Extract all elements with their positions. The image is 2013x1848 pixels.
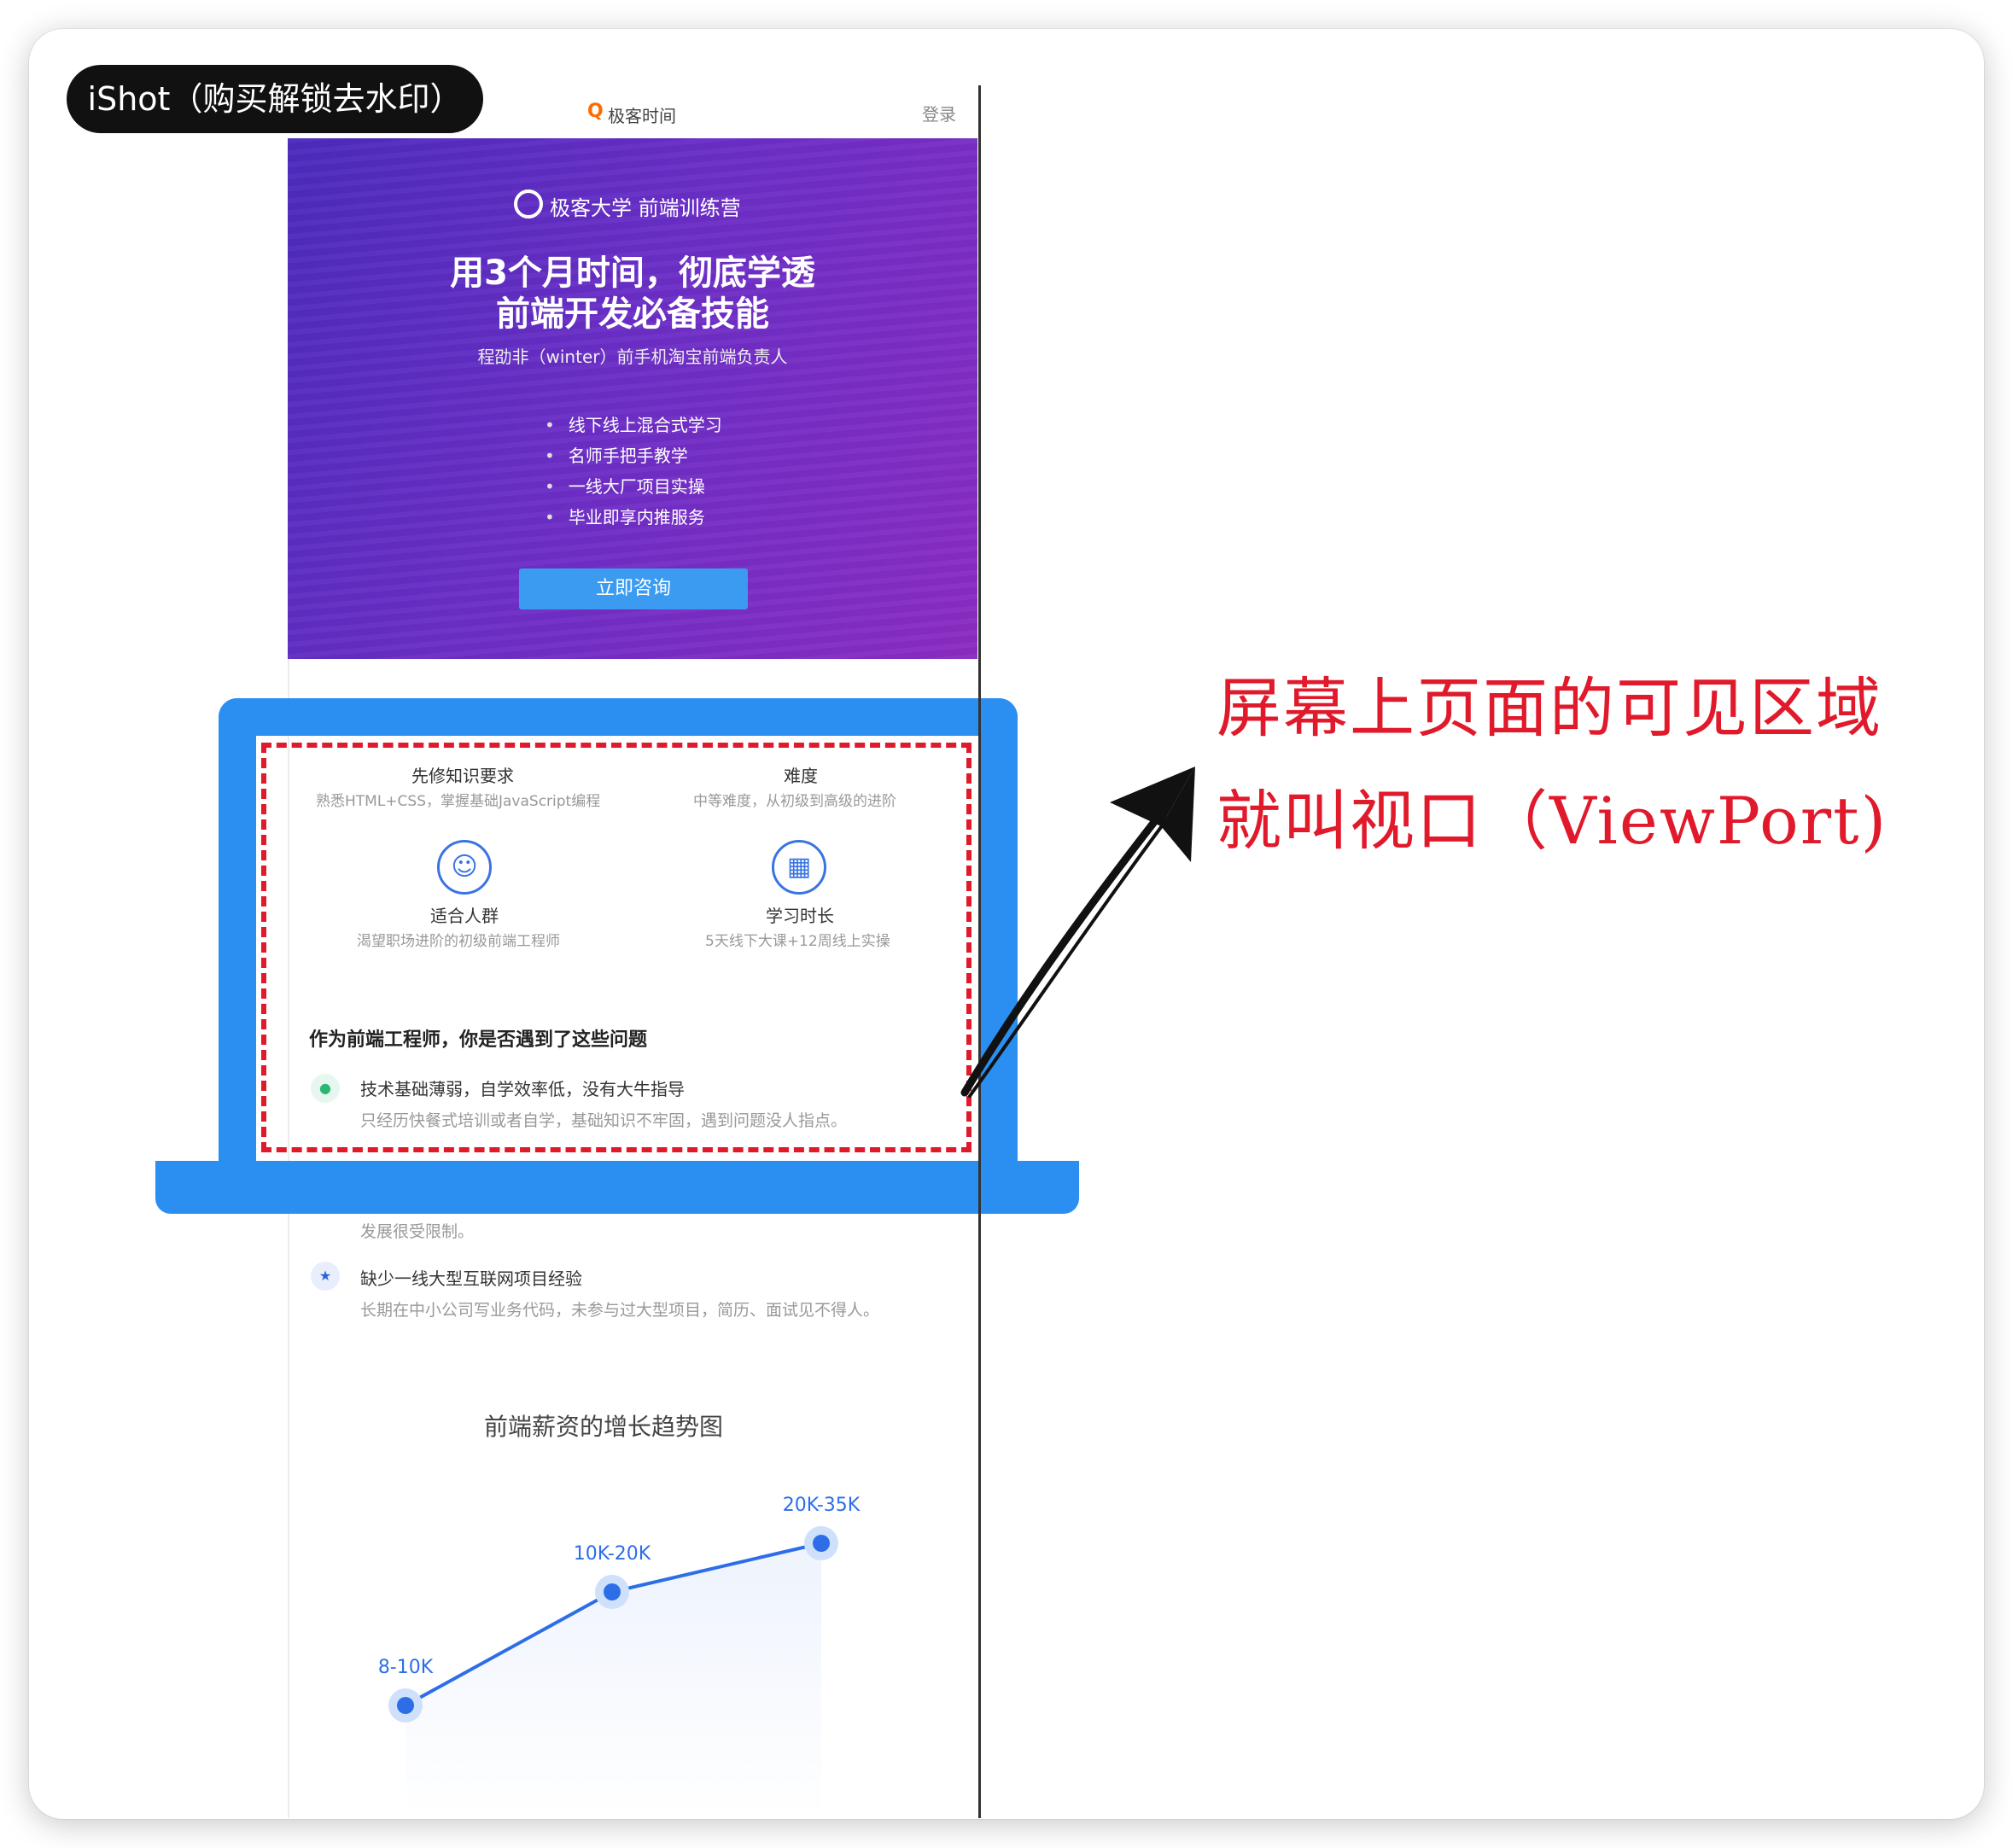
chart-data-label: 20K-35K <box>783 1495 861 1516</box>
hero-bullet-list: 线下线上混合式学习 名师手把手教学 一线大厂项目实操 毕业即享内推服务 <box>545 410 722 533</box>
ishot-watermark: iShot（购买解锁去水印） <box>67 65 483 133</box>
laptop-base <box>155 1161 1079 1214</box>
chart-title: 前端薪资的增长趋势图 <box>484 1413 724 1441</box>
login-link[interactable]: 登录 <box>922 101 956 125</box>
hero-headline: 用3个月时间，彻底学透 前端开发必备技能 <box>288 253 977 335</box>
hero-headline-line2: 前端开发必备技能 <box>496 294 769 334</box>
hero-brand: 极客大学 前端训练营 <box>550 196 741 220</box>
chart-data-label: 10K-20K <box>574 1543 651 1565</box>
hero-bullet: 一线大厂项目实操 <box>545 471 722 502</box>
hero-subtitle: 程劭非（winter）前手机淘宝前端负责人 <box>477 347 788 367</box>
question-desc: 发展很受限制。 <box>360 1222 475 1241</box>
chart-point <box>813 1535 830 1552</box>
question-heading: 缺少一线大型互联网项目经验 <box>360 1268 582 1289</box>
site-logo-text[interactable]: 极客时间 <box>608 102 676 127</box>
hero-headline-line1: 用3个月时间，彻底学透 <box>450 254 815 293</box>
consult-button[interactable]: 立即咨询 <box>519 568 748 609</box>
geek-university-logo-icon <box>514 189 543 219</box>
arrow-icon <box>960 767 1195 1098</box>
chart-point <box>397 1697 414 1714</box>
annotation-line1: 屏幕上页面的可见区域 <box>1217 670 1882 746</box>
star-icon: ★ <box>311 1262 340 1291</box>
hero-bullet: 线下线上混合式学习 <box>545 410 722 440</box>
salary-chart: 8-10K 10K-20K 20K-35K <box>378 1495 861 1818</box>
question-desc: 长期在中小公司写业务代码，未参与过大型项目，简历、面试见不得人。 <box>360 1301 880 1320</box>
annotation-line2: 就叫视口（ViewPort) <box>1217 783 1888 859</box>
geektime-logo-icon: Q <box>587 101 604 122</box>
hero-bullet: 名师手把手教学 <box>545 440 722 471</box>
chart-data-label: 8-10K <box>378 1657 434 1678</box>
chart-point <box>604 1583 621 1600</box>
hero-bullet: 毕业即享内推服务 <box>545 502 722 533</box>
viewport-outline <box>261 743 971 1152</box>
